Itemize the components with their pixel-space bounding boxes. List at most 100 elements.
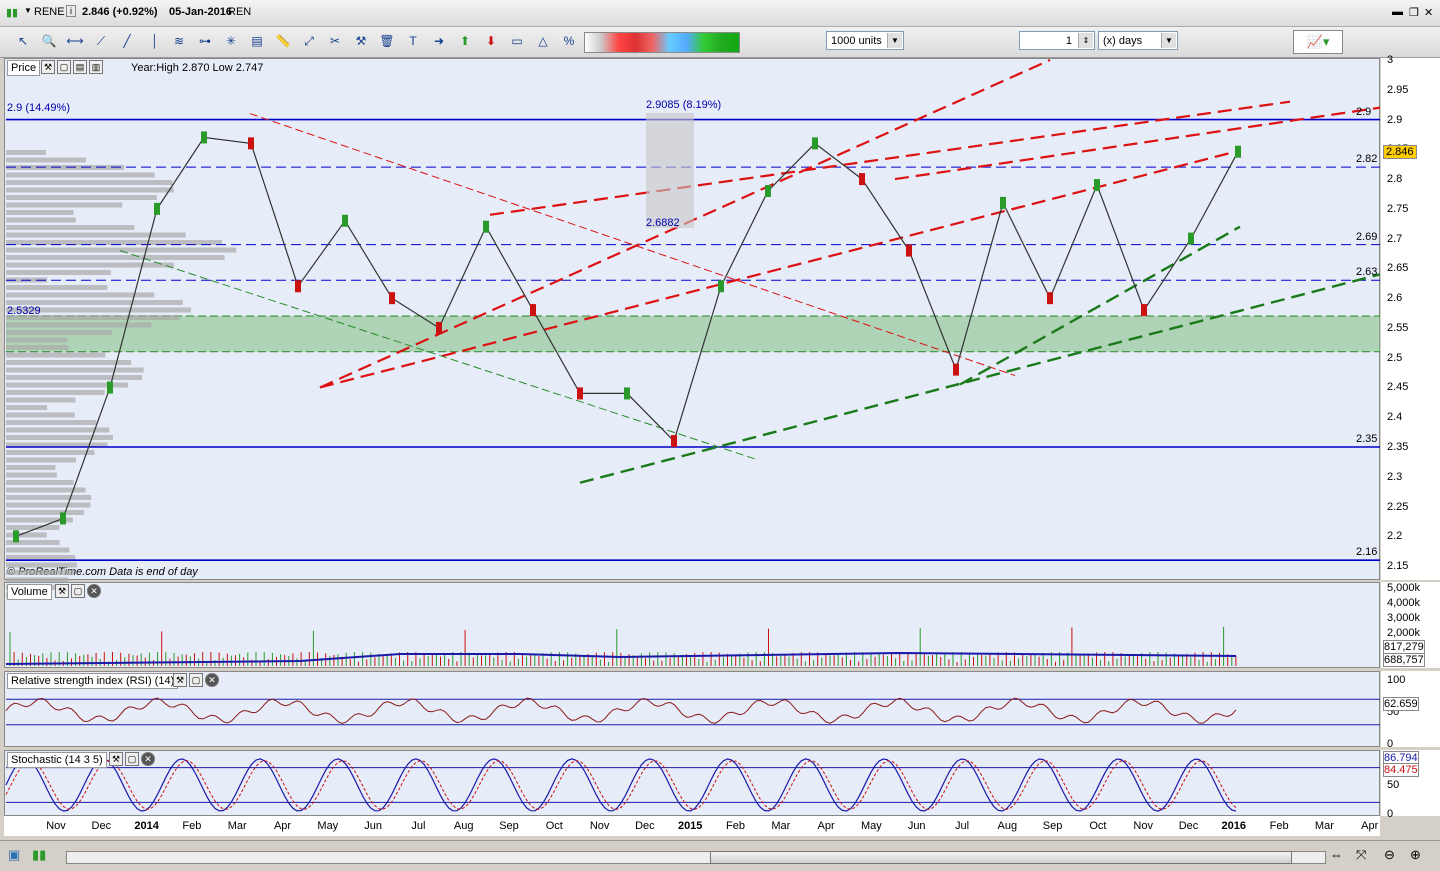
triangle-icon[interactable]: △ — [534, 32, 552, 50]
symbol-label[interactable]: RENE — [34, 6, 65, 18]
volume-value-badge: 817,279 — [1383, 640, 1425, 654]
rsi-tick-label: 0 — [1387, 738, 1394, 750]
period-value-input[interactable]: 1 ⇕ — [1019, 31, 1095, 50]
arrow-up-icon[interactable]: ⬆ — [456, 32, 474, 50]
date-tick-label: May — [861, 820, 882, 832]
date-tick-label: 2016 — [1221, 820, 1247, 832]
tools-icon[interactable]: ⚒ — [352, 32, 370, 50]
period-unit-select[interactable]: (x) days ▼ — [1098, 31, 1178, 50]
percent-icon[interactable]: % — [560, 32, 578, 50]
date-tick-label: Oct — [1089, 820, 1107, 832]
level-label: 2.63 — [1356, 266, 1378, 279]
zoom-in-icon[interactable]: ⊕ — [1410, 847, 1421, 863]
chevron-down-icon[interactable]: ▼ — [24, 6, 32, 15]
instrument-name: REN — [228, 6, 252, 18]
date-tick-label: Feb — [726, 820, 745, 832]
chart-icon[interactable]: ▣ — [8, 847, 20, 863]
ruler-icon[interactable]: 📏 — [274, 32, 292, 50]
date-tick-label: Nov — [589, 820, 610, 832]
channel-icon[interactable]: ≋ — [170, 32, 188, 50]
chart-type-icon[interactable]: 📈▾ — [1293, 30, 1343, 54]
delete-icon[interactable]: 🗑 — [378, 32, 396, 50]
close-icon[interactable]: ✕ — [1424, 6, 1433, 19]
segment-icon[interactable]: ⟋ — [92, 32, 110, 50]
date-tick-label: 2015 — [677, 820, 703, 832]
period-unit-value: (x) days — [1103, 35, 1143, 47]
current-price-badge: 2.846 — [1383, 144, 1417, 159]
text-tool-icon[interactable]: T — [404, 32, 422, 50]
arrow-down-icon[interactable]: ⬇ — [482, 32, 500, 50]
date-tick-label: Feb — [182, 820, 202, 832]
price-tick-label: 2.35 — [1387, 441, 1409, 453]
rsi-panel: Relative strength index (RSI) (14) ⚒ ▢ ✕ — [4, 671, 1380, 747]
rsi-axis[interactable]: 100 50 0 62.659 — [1381, 671, 1440, 750]
window-icon[interactable]: ▢ — [71, 584, 85, 598]
color-palette[interactable] — [584, 32, 740, 53]
volume-tick-label: 5,000k — [1387, 582, 1421, 594]
stochastic-label: Stochastic (14 3 5) — [7, 752, 107, 768]
units-value: 1000 units — [831, 35, 882, 47]
price-panel-tools: ⚒ ▢ ▤ ▥ — [41, 60, 103, 74]
price-tick-label: 2.8 — [1387, 173, 1403, 186]
price-tick-label: 2.5 — [1387, 351, 1403, 364]
volume-value-badge: 688,757 — [1383, 653, 1425, 667]
price-tick-label: 2.45 — [1387, 381, 1409, 394]
rectangle-icon[interactable]: ▭ — [508, 32, 526, 50]
date-tick-label: Dec — [91, 820, 112, 832]
date-tick-label: Jun — [364, 820, 382, 832]
settings-icon[interactable]: ▥ — [89, 60, 103, 74]
rsi-value-badge: 62.659 — [1383, 696, 1419, 711]
title-bar: ▮▮ ▼ RENE i 2.846 (+0.92%) 05-Jan-2016 R… — [0, 0, 1440, 27]
minimize-icon[interactable]: ▬ — [1392, 6, 1403, 18]
credit-text: © ProRealTime.com Data is end of day — [7, 566, 198, 578]
price-axis[interactable]: 32.952.92.852.82.752.72.652.62.552.52.45… — [1381, 54, 1440, 580]
wrench-icon[interactable]: ⚒ — [109, 752, 123, 766]
units-select[interactable]: 1000 units ▼ — [826, 31, 904, 50]
window-icon[interactable]: ▢ — [57, 60, 71, 74]
rsi-tick-label: 100 — [1387, 674, 1406, 686]
level-label: 2.69 — [1356, 230, 1378, 243]
pointer-icon[interactable]: ↖ — [14, 32, 32, 50]
restore-icon[interactable]: ❐ — [1409, 6, 1419, 19]
date-tick-label: Oct — [545, 820, 563, 832]
close-icon[interactable]: ✕ — [205, 673, 219, 687]
hline-tool-icon[interactable]: ⊶ — [196, 32, 214, 50]
arrow-right-icon[interactable]: ➜ — [430, 32, 448, 50]
date-tick-label: Apr — [817, 820, 835, 832]
trendline-icon[interactable]: ╱ — [118, 32, 136, 50]
wrench-icon[interactable]: ⚒ — [173, 673, 187, 687]
wrench-icon[interactable]: ⚒ — [41, 60, 55, 74]
vertical-line-icon[interactable]: │ — [146, 32, 164, 50]
volume-axis[interactable]: 5,000k4,000k3,000k2,000k1,000k817,279688… — [1381, 582, 1440, 668]
zoom-icon[interactable]: 🔍 — [40, 32, 58, 50]
fan-icon[interactable]: ✳ — [222, 32, 240, 50]
close-icon[interactable]: ✕ — [141, 752, 155, 766]
horizontal-line-icon[interactable]: ⟷ — [66, 32, 84, 50]
close-icon[interactable]: ✕ — [87, 584, 101, 598]
scissors-icon[interactable]: ✂ — [326, 32, 344, 50]
stochastic-axis[interactable]: 10050086.79484.475 — [1381, 750, 1440, 820]
fibonacci-icon[interactable]: ▤ — [248, 32, 266, 50]
pan-icon[interactable]: ⇔ — [1330, 847, 1343, 862]
wrench-icon[interactable]: ⚒ — [55, 584, 69, 598]
date-tick-label: Nov — [1133, 820, 1153, 832]
lock-icon[interactable]: ▤ — [73, 60, 87, 74]
info-icon[interactable]: i — [66, 5, 76, 17]
expand-icon[interactable]: ⤧ — [1356, 847, 1366, 863]
window-icon[interactable]: ▢ — [189, 673, 203, 687]
stochastic-tick-label: 50 — [1387, 779, 1400, 791]
arrows-icon[interactable]: ⤢ — [300, 32, 318, 50]
candles-icon[interactable]: ▮▮ — [32, 847, 46, 863]
volume-tick-label: 4,000k — [1387, 597, 1421, 609]
window-icon[interactable]: ▢ — [125, 752, 139, 766]
zoom-out-icon[interactable]: ⊖ — [1384, 847, 1395, 863]
scroll-thumb[interactable] — [710, 851, 1292, 864]
price-tick-label: 2.65 — [1387, 262, 1409, 275]
price-tick-label: 2.4 — [1387, 411, 1403, 424]
rsi-label: Relative strength index (RSI) (14) — [7, 673, 179, 689]
stochastic-value-badge: 84.475 — [1383, 763, 1419, 777]
date-tick-label: Mar — [1314, 820, 1334, 832]
date-tick-label: Feb — [1269, 820, 1289, 832]
date-axis[interactable]: Nov Dec 2014 Feb Mar Apr May Jun Jul Aug Sep Oct Nov… — [4, 816, 1380, 836]
price-tick-label: 2.9 — [1387, 113, 1403, 126]
